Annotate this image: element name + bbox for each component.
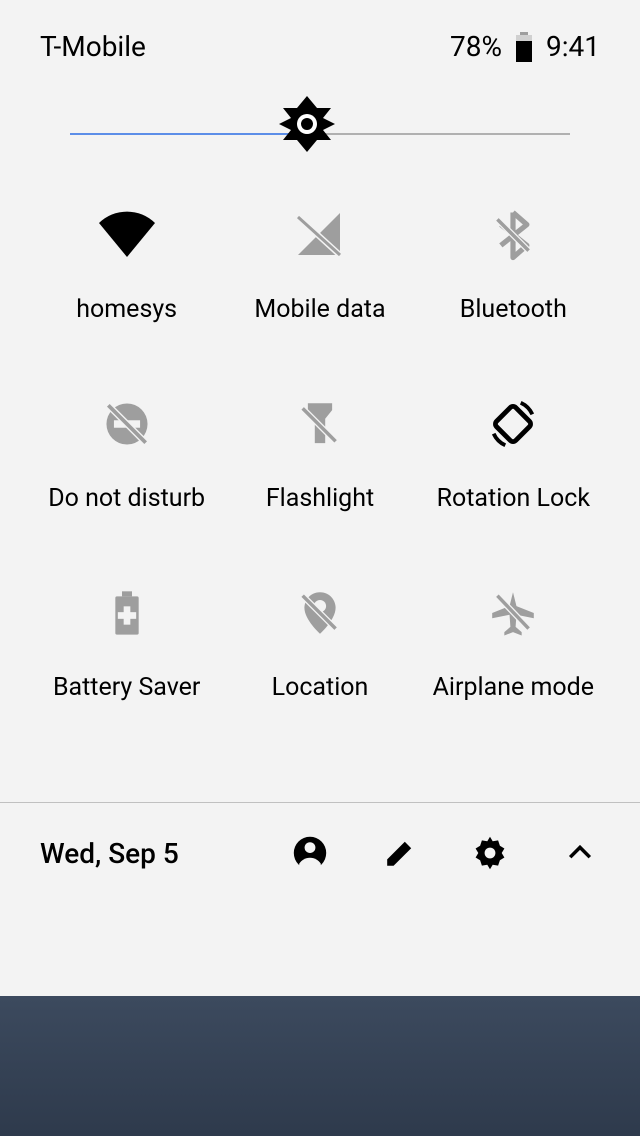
carrier-label: T-Mobile xyxy=(40,30,146,63)
tile-label: Bluetooth xyxy=(460,295,567,324)
background-wallpaper xyxy=(0,996,640,1136)
flashlight-off-icon xyxy=(290,394,350,454)
tile-wifi[interactable]: homesys xyxy=(30,205,223,324)
tile-label: Flashlight xyxy=(266,484,374,513)
tile-bluetooth[interactable]: Bluetooth xyxy=(417,205,610,324)
rotate-icon xyxy=(483,394,543,454)
quick-settings-grid: homesys Mobile data Bluetooth xyxy=(0,165,640,742)
tile-mobile-data[interactable]: Mobile data xyxy=(223,205,416,324)
tile-dnd[interactable]: Do not disturb xyxy=(30,394,223,513)
tile-rotation[interactable]: Rotation Lock xyxy=(417,394,610,513)
settings-button[interactable] xyxy=(470,833,510,873)
status-right: 78% 9:41 xyxy=(450,30,600,63)
tile-location[interactable]: Location xyxy=(223,583,416,702)
tile-airplane[interactable]: Airplane mode xyxy=(417,583,610,702)
dnd-off-icon xyxy=(97,394,157,454)
bluetooth-off-icon xyxy=(483,205,543,265)
brightness-slider[interactable] xyxy=(0,83,640,165)
status-bar: T-Mobile 78% 9:41 xyxy=(0,0,640,83)
edit-button[interactable] xyxy=(380,833,420,873)
battery-plus-icon xyxy=(97,583,157,643)
tile-label: Battery Saver xyxy=(53,673,200,702)
airplane-off-icon xyxy=(483,583,543,643)
footer-bar: Wed, Sep 5 xyxy=(0,803,640,903)
date-label: Wed, Sep 5 xyxy=(40,837,240,870)
battery-icon xyxy=(514,32,534,62)
tile-flashlight[interactable]: Flashlight xyxy=(223,394,416,513)
signal-off-icon xyxy=(290,205,350,265)
tile-label: Mobile data xyxy=(254,295,385,324)
tile-battery-saver[interactable]: Battery Saver xyxy=(30,583,223,702)
wifi-icon xyxy=(97,205,157,265)
time-label: 9:41 xyxy=(546,30,600,63)
user-button[interactable] xyxy=(290,833,330,873)
tile-label: Location xyxy=(272,673,369,702)
collapse-button[interactable] xyxy=(560,833,600,873)
tile-label: Do not disturb xyxy=(48,484,205,513)
location-off-icon xyxy=(290,583,350,643)
brightness-icon[interactable] xyxy=(277,94,337,154)
tile-label: homesys xyxy=(76,295,177,324)
battery-percent: 78% xyxy=(450,30,502,63)
tile-label: Rotation Lock xyxy=(437,484,590,513)
slider-fill xyxy=(70,133,310,135)
tile-label: Airplane mode xyxy=(433,673,594,702)
